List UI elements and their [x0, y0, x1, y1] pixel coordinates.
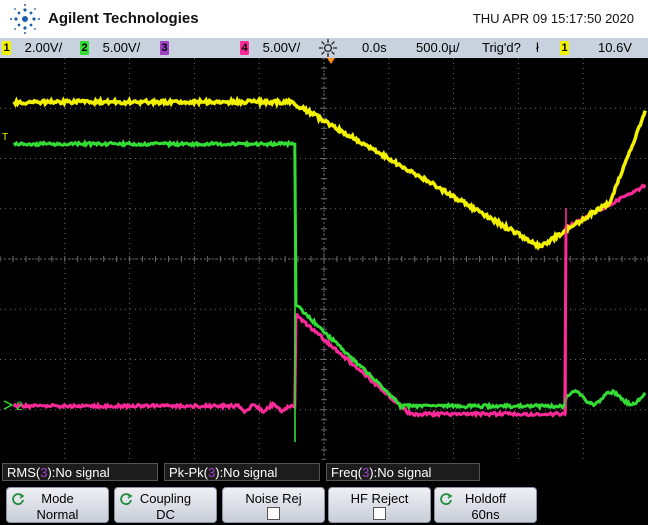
ch4-chip: 4	[240, 41, 249, 55]
trigger-source[interactable]: 1	[560, 40, 569, 55]
trigger-position-icon	[327, 58, 335, 64]
header: Agilent Technologies THU APR 09 15:17:50…	[0, 0, 648, 38]
trigger-status: Trig'd?	[482, 40, 521, 55]
waveform-display[interactable]: T 2	[0, 58, 648, 460]
meas-rms-value: ):No signal	[47, 465, 109, 480]
date-time: THU APR 09 15:17:50 2020	[473, 11, 634, 26]
trigger-level[interactable]: 10.6V	[598, 40, 632, 55]
ch3-scale[interactable]: 3	[160, 40, 169, 55]
meas-pkpk-label: Pk-Pk(	[169, 465, 208, 480]
mode-label: Mode	[7, 491, 108, 506]
measurement-bar: RMS(3):No signal Pk-Pk(3):No signal Freq…	[0, 460, 648, 484]
ch2-ground-marker: 2	[16, 399, 23, 413]
ch4-scale-value: 5.00V/	[263, 40, 301, 55]
ch1-scale-value: 2.00V/	[25, 40, 63, 55]
holdoff-softkey[interactable]: Holdoff 60ns	[434, 487, 537, 523]
holdoff-value: 60ns	[435, 507, 536, 522]
ch2-ground-arrow	[4, 401, 12, 409]
meas-rms-label: RMS(	[7, 465, 40, 480]
timebase-value[interactable]: 500.0µ/	[416, 40, 460, 55]
trigger-channel-chip: 1	[560, 41, 569, 55]
measurement-freq[interactable]: Freq(3):No signal	[326, 463, 480, 481]
ch2-scale-value: 5.00V/	[103, 40, 141, 55]
graticule-grid	[0, 58, 648, 460]
agilent-spark-icon	[8, 3, 42, 35]
ch2-chip: 2	[80, 41, 89, 55]
measurement-pkpk[interactable]: Pk-Pk(3):No signal	[164, 463, 320, 481]
noise-rej-label: Noise Rej	[223, 491, 324, 506]
meas-freq-value: ):No signal	[369, 465, 431, 480]
measurement-rms[interactable]: RMS(3):No signal	[2, 463, 158, 481]
waveform-graticule: T 2	[0, 58, 648, 460]
holdoff-label: Holdoff	[435, 491, 536, 506]
hf-reject-checkbox[interactable]	[373, 507, 386, 520]
brand-name: Agilent Technologies	[48, 10, 199, 27]
ch2-scale[interactable]: 2 5.00V/	[80, 40, 140, 55]
mode-value: Normal	[7, 507, 108, 522]
softkey-menu: Mode Normal Coupling DC Noise Rej HF Rej…	[0, 484, 648, 525]
meas-freq-label: Freq(	[331, 465, 362, 480]
mode-softkey[interactable]: Mode Normal	[6, 487, 109, 523]
noise-rej-checkbox[interactable]	[267, 507, 280, 520]
ch1-scale[interactable]: 1 2.00V/	[2, 40, 62, 55]
ch1-chip: 1	[2, 41, 11, 55]
coupling-value: DC	[115, 507, 216, 522]
ch2-trace	[14, 143, 645, 408]
coupling-label: Coupling	[115, 491, 216, 506]
channel-status-bar: 1 2.00V/ 2 5.00V/ 3 4 5.00V/ 0.0s 500.0µ…	[0, 38, 648, 58]
trigger-level-marker: T	[2, 132, 8, 143]
coupling-softkey[interactable]: Coupling DC	[114, 487, 217, 523]
meas-pkpk-value: ):No signal	[215, 465, 277, 480]
trigger-edge-icon: ł	[536, 40, 539, 55]
hf-reject-label: HF Reject	[329, 491, 430, 506]
ch4-scale[interactable]: 4 5.00V/	[240, 40, 300, 55]
hf-reject-softkey[interactable]: HF Reject	[328, 487, 431, 523]
ch3-chip: 3	[160, 41, 169, 55]
delay-value[interactable]: 0.0s	[362, 40, 387, 55]
noise-rej-softkey[interactable]: Noise Rej	[222, 487, 325, 523]
ch4-trace	[14, 185, 645, 416]
ch1-trace	[14, 100, 645, 247]
